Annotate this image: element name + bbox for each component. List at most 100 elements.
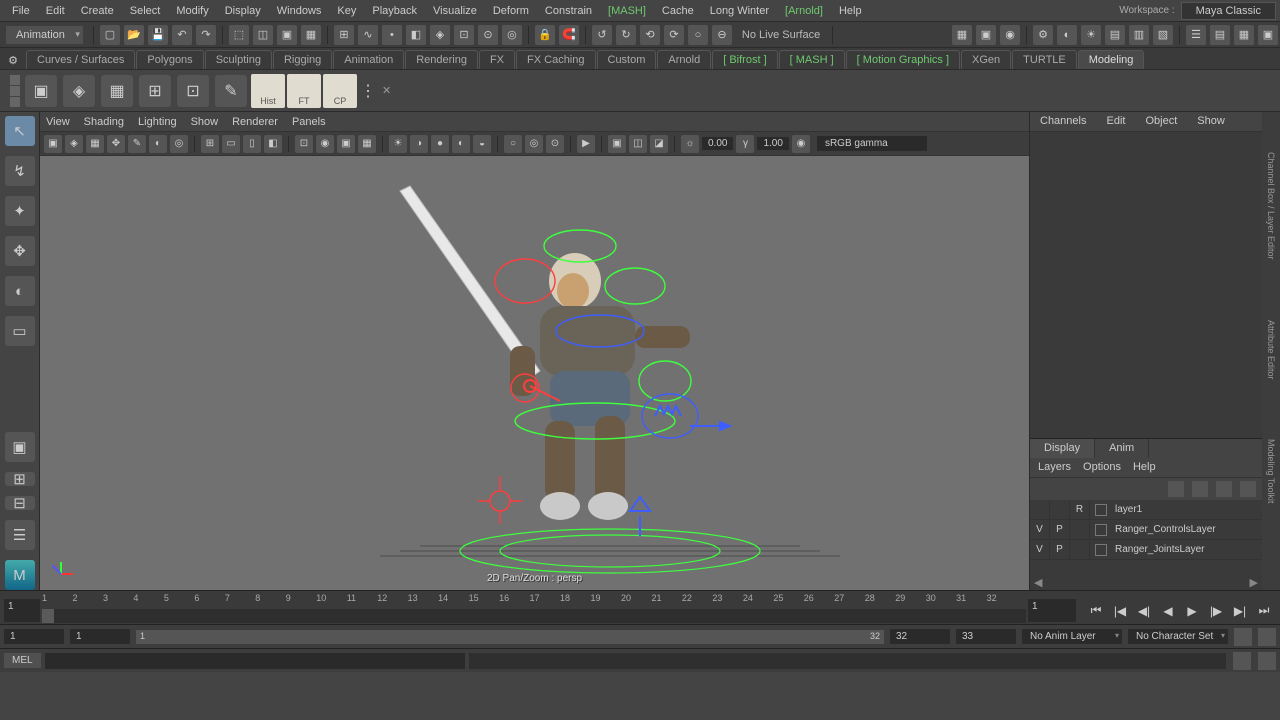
layer-vis-toggle[interactable] [1030,501,1050,519]
vp-select-cam-icon[interactable]: ▣ [44,135,62,153]
tab-anim[interactable]: Anim [1095,439,1149,458]
time-ruler[interactable]: 1234567891011121314151617181920212223242… [42,593,1026,624]
shelf-tab-curves[interactable]: Curves / Surfaces [26,50,135,69]
vp-exposure-icon[interactable]: ☼ [681,135,699,153]
shelf-tab-fx[interactable]: FX [479,50,515,69]
render-settings-icon[interactable]: ⚙ [1033,25,1053,45]
channel-box[interactable] [1030,132,1262,438]
layer-name[interactable]: layer1 [1112,504,1142,515]
toggle-panel2-icon[interactable]: ▧ [1153,25,1173,45]
side-tab-channelbox[interactable]: Channel Box / Layer Editor [1266,152,1276,260]
layer-row[interactable]: V P Ranger_JointsLayer [1030,540,1262,560]
cb-channels[interactable]: Channels [1030,112,1096,131]
vp-ao-icon[interactable]: ● [431,135,449,153]
vp-shadows-icon[interactable]: ◑ [410,135,428,153]
shelf-tab-bifrost[interactable]: Bifrost [712,50,777,69]
select-hierarchy-icon[interactable]: ◫ [253,25,273,45]
go-start-icon[interactable]: ⏮ [1087,602,1105,620]
vp-res-gate-icon[interactable]: ▯ [243,135,261,153]
shelf-tab-mash[interactable]: MASH [779,50,845,69]
outliner-panel-icon[interactable]: ☰ [5,520,35,550]
layers-menu-options[interactable]: Options [1083,461,1121,474]
shelf-tab-polygons[interactable]: Polygons [136,50,203,69]
vp-colorspace-icon[interactable]: ◉ [792,135,810,153]
shelf-tab-xgen[interactable]: XGen [961,50,1011,69]
vp-grid-icon[interactable]: ⊞ [201,135,219,153]
layer-color-swatch[interactable] [1095,544,1107,556]
help-line-button-icon[interactable] [1258,652,1276,670]
layer-playback-toggle[interactable]: P [1050,541,1070,559]
vp-gamma-field[interactable]: 1.00 [757,137,788,150]
time-end-field[interactable]: 1 [1028,599,1076,622]
vp-motion-blur-icon[interactable]: ◐ [452,135,470,153]
menu-help[interactable]: Help [831,2,870,20]
script-language-dropdown[interactable]: MEL [4,653,41,668]
cb-object[interactable]: Object [1135,112,1187,131]
menu-deform[interactable]: Deform [485,2,537,20]
shelf-tab-arnold[interactable]: Arnold [657,50,711,69]
layer-vis-toggle[interactable]: V [1030,521,1050,539]
vp-isolate-icon[interactable]: ◎ [170,135,188,153]
two-view-icon[interactable]: ⊟ [5,496,35,510]
four-view-icon[interactable]: ⊞ [5,472,35,486]
vp-lights-icon[interactable]: ☀ [389,135,407,153]
layer-name[interactable]: Ranger_JointsLayer [1112,544,1205,555]
scale-tool-icon[interactable]: ▭ [5,316,35,346]
layer-ref-toggle[interactable]: R [1070,501,1090,519]
layer-color-swatch[interactable] [1095,504,1107,516]
light-editor-icon[interactable]: ☀ [1081,25,1101,45]
vp-exposure-field[interactable]: 0.00 [702,137,733,150]
vp-wire-shaded-icon[interactable]: ▦ [358,135,376,153]
vp-culling-icon[interactable]: ◫ [629,135,647,153]
vp-menu-show[interactable]: Show [191,116,219,128]
move-tool-icon[interactable]: ✥ [5,236,35,266]
vp-colorspace-dropdown[interactable]: sRGB gamma [817,136,927,151]
graph-editor-icon[interactable]: ▤ [1210,25,1230,45]
live-surface-label[interactable]: No Live Surface [734,29,828,41]
vp-hwfog-icon[interactable]: ◪ [650,135,668,153]
range-slider-track[interactable]: 1 32 [136,630,884,644]
live-lock-icon[interactable]: 🔒 [535,25,555,45]
vp-menu-shading[interactable]: Shading [84,116,124,128]
live-magnet-icon[interactable]: 🧲 [559,25,579,45]
shelf-options-icon[interactable] [10,75,22,107]
layer-row[interactable]: R layer1 [1030,500,1262,520]
vp-grease-icon[interactable]: ✎ [128,135,146,153]
menu-create[interactable]: Create [73,2,122,20]
range-end-outer[interactable]: 33 [956,629,1016,644]
snap-view-icon[interactable]: ⊡ [454,25,474,45]
auto-key-icon[interactable] [1234,628,1252,646]
vp-menu-lighting[interactable]: Lighting [138,116,177,128]
layer-ref-toggle[interactable] [1070,541,1090,559]
script-editor-button-icon[interactable] [1233,652,1251,670]
menu-windows[interactable]: Windows [269,2,330,20]
shelf-close-icon[interactable]: ✕ [382,84,391,97]
poly-plane-icon[interactable]: ⊞ [139,75,171,107]
snap-center-icon[interactable]: ⊙ [478,25,498,45]
menu-playback[interactable]: Playback [364,2,425,20]
layers-menu-layers[interactable]: Layers [1038,461,1071,474]
poly-torus-icon[interactable]: ⊡ [177,75,209,107]
redo-icon[interactable]: ↷ [196,25,216,45]
sym-obj-icon[interactable]: ⟳ [664,25,684,45]
vp-bookmark-icon[interactable]: ◈ [65,135,83,153]
menu-mash[interactable]: MASH [600,2,654,20]
layers-menu-help[interactable]: Help [1133,461,1156,474]
select-object-icon[interactable]: ▣ [277,25,297,45]
shelf-tab-sculpt[interactable]: Sculpting [205,50,272,69]
shelf-menu-icon[interactable]: ⚙ [2,51,24,69]
cb-edit[interactable]: Edit [1096,112,1135,131]
menu-modify[interactable]: Modify [168,2,216,20]
vp-menu-view[interactable]: View [46,116,70,128]
snap-point-icon[interactable]: • [382,25,402,45]
select-mode-icon[interactable]: ⬚ [229,25,249,45]
side-tab-attr-editor[interactable]: Attribute Editor [1266,320,1276,380]
snap-curve-icon[interactable]: ∿ [358,25,378,45]
menu-display[interactable]: Display [217,2,269,20]
layer-row[interactable]: V P Ranger_ControlsLayer [1030,520,1262,540]
vp-isolate-select-icon[interactable]: ▶ [577,135,595,153]
save-scene-icon[interactable]: 💾 [148,25,168,45]
play-fwd-icon[interactable]: ▶ [1183,602,1201,620]
select-component-icon[interactable]: ▦ [301,25,321,45]
vp-wireframe-icon[interactable]: ⊡ [295,135,313,153]
